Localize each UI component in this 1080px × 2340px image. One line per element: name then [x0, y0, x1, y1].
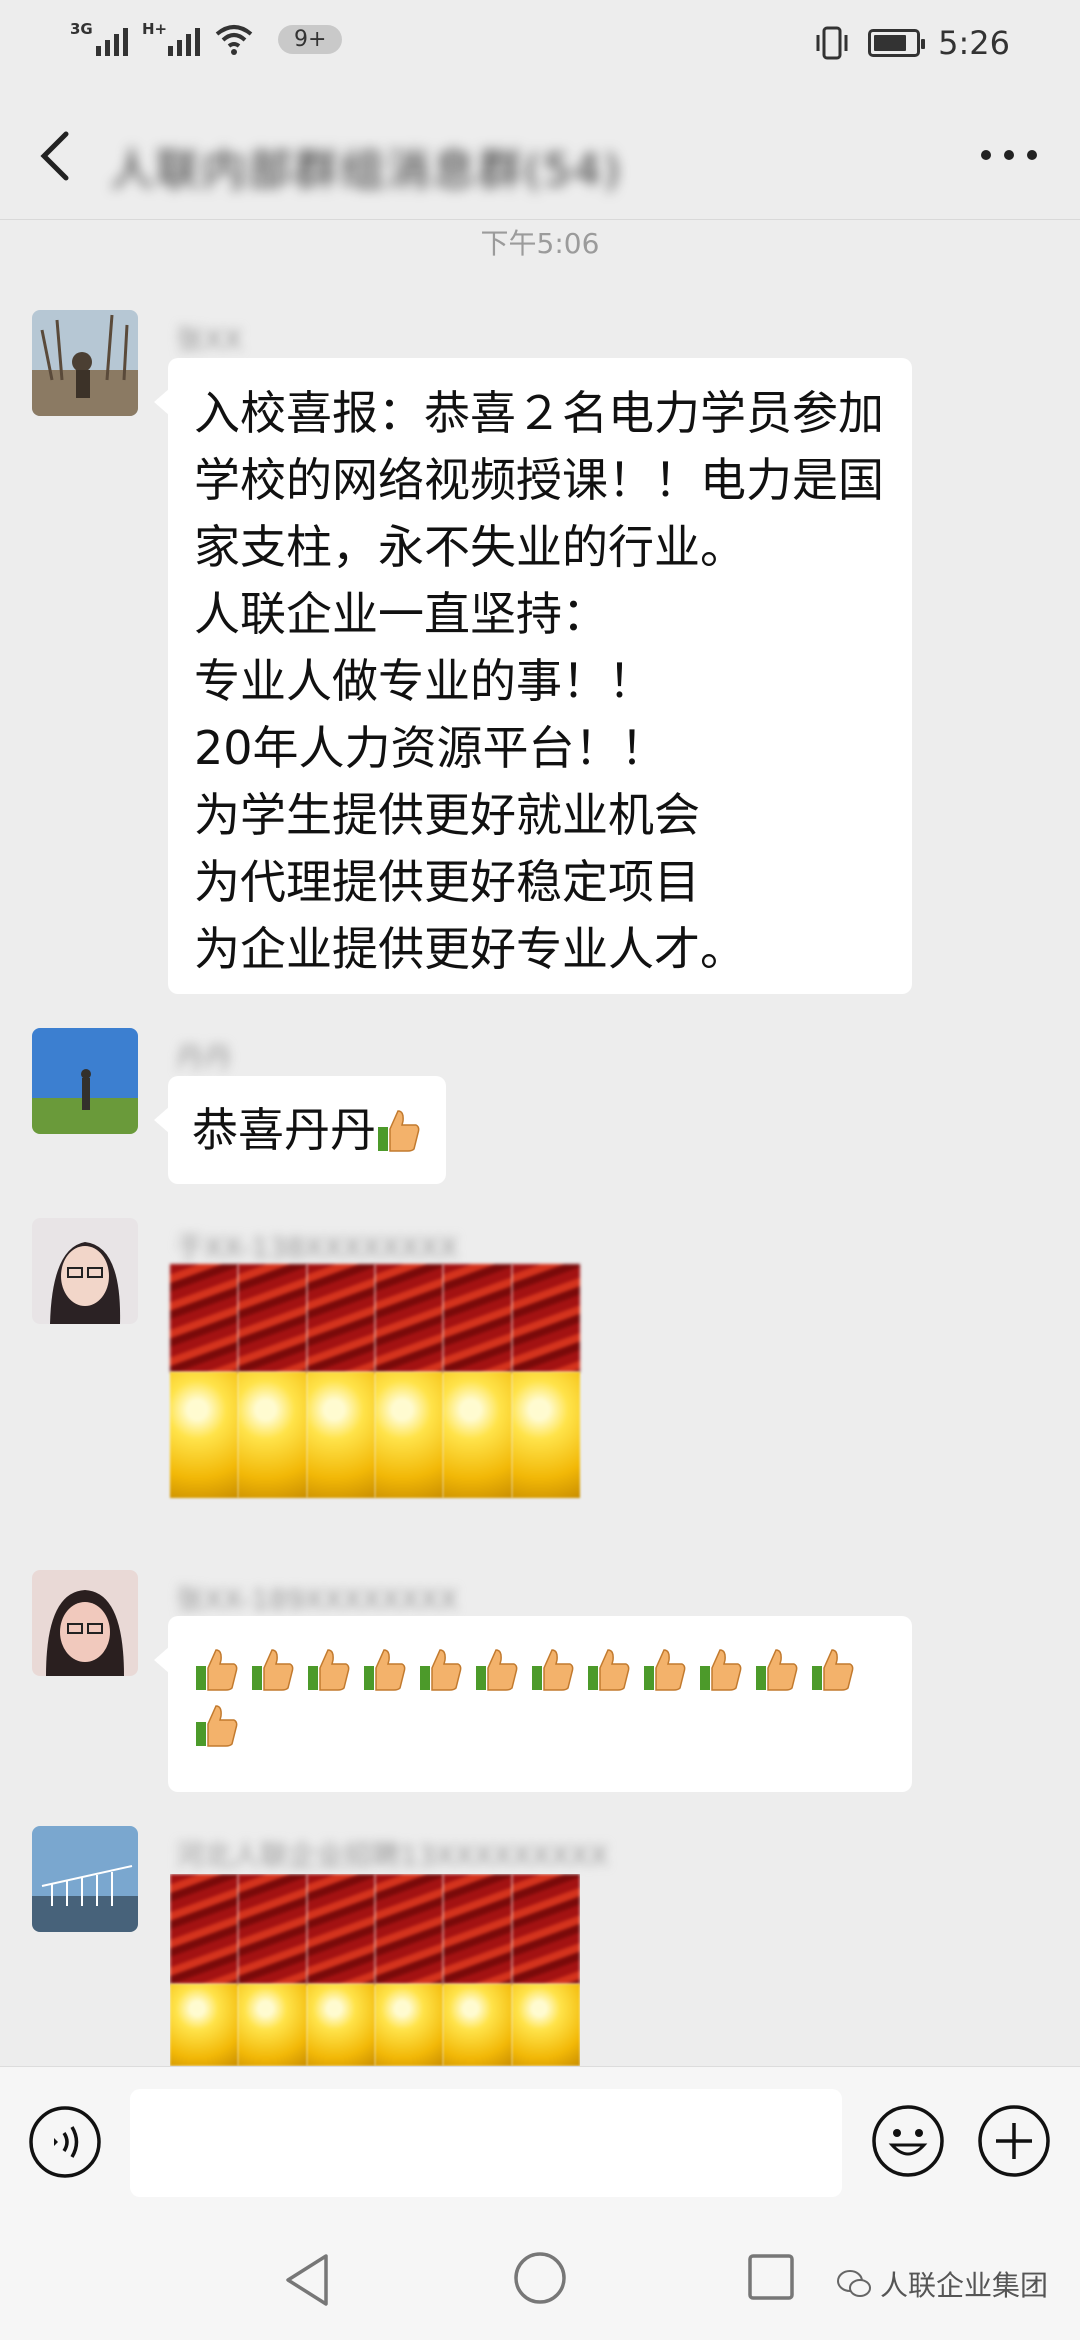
thumbs-up-icon [644, 1649, 686, 1691]
watermark: 人联企业集团 [836, 2264, 1048, 2304]
thumbs-up-icon [378, 1110, 420, 1152]
message-line: 学校的网络视频授课！！电力是国 [194, 453, 884, 507]
signal-icon-2: H+ [142, 20, 200, 56]
message-line: 为学生提供更好就业机会 [194, 788, 700, 842]
status-bar: 3G H+ 9+ 5:26 [0, 0, 1080, 92]
notification-badge: 9+ [278, 24, 343, 54]
clock: 5:26 [938, 24, 1010, 62]
sender-name: 丹丹 [176, 1041, 233, 1074]
sender-name: 张XX-189XXXXXXXX [176, 1583, 458, 1616]
thumbs-up-icon [420, 1649, 462, 1691]
wifi-icon [215, 25, 253, 55]
plus-icon[interactable] [976, 2103, 1052, 2179]
avatar[interactable] [32, 1218, 138, 1324]
thumbs-up-icon [700, 1649, 742, 1691]
message-line: 入校喜报：恭喜２名电力学员参加 [194, 386, 884, 440]
sender-name: 张XX [176, 323, 243, 356]
voice-icon[interactable] [28, 2105, 102, 2179]
message-line: 家支柱，永不失业的行业。 [194, 520, 746, 574]
vibrate-icon [816, 26, 848, 60]
system-nav-bar: 人联企业集团 [0, 2220, 1080, 2340]
message-bubble[interactable]: 恭喜丹丹 [154, 1076, 446, 1184]
thumbs-up-icon [364, 1649, 406, 1691]
avatar[interactable] [32, 310, 138, 416]
avatar[interactable] [32, 1028, 138, 1134]
sender-name: 于XX-138XXXXXXXX [176, 1231, 458, 1264]
thumbs-up-icon [196, 1649, 238, 1691]
message-timestamp: 下午5:06 [480, 227, 600, 260]
emoji-icon[interactable] [870, 2103, 946, 2179]
firecracker-sticker[interactable] [170, 1874, 580, 2066]
more-dots-icon[interactable] [978, 140, 1040, 170]
message-input[interactable] [130, 2089, 842, 2197]
message-line: 为代理提供更好稳定项目 [194, 855, 700, 909]
thumbs-up-icon [812, 1649, 854, 1691]
message-line: 专业人做专业的事！！ [194, 654, 654, 708]
message-line: 为企业提供更好专业人才。 [194, 922, 746, 976]
thumbs-up-icon [252, 1649, 294, 1691]
chat-header: 人联内部群组消息群(54) [0, 92, 1080, 220]
wechat-logo-icon [837, 2270, 871, 2297]
thumbs-up-icon [476, 1649, 518, 1691]
battery-icon [868, 29, 926, 57]
nav-recent-apps-icon[interactable] [746, 2252, 796, 2302]
network-type-1: 3G [70, 20, 93, 38]
nav-back-icon[interactable] [280, 2250, 336, 2310]
chat-title: 人联内部群组消息群(54) [110, 145, 623, 196]
thumbs-up-icon [532, 1649, 574, 1691]
avatar[interactable] [32, 1570, 138, 1676]
watermark-text: 人联企业集团 [880, 2269, 1049, 2302]
firecracker-sticker[interactable] [170, 1264, 580, 1498]
message-line: 人联企业一直坚持： [194, 587, 608, 641]
sender-name: 河北人联企业招聘13XXXXXXXXX [176, 1839, 609, 1872]
thumbs-up-icon [196, 1705, 238, 1747]
thumbs-up-icon [756, 1649, 798, 1691]
avatar[interactable] [32, 1826, 138, 1932]
network-type-2: H+ [142, 20, 168, 38]
thumbs-up-row [194, 1646, 886, 1748]
message-text: 恭喜丹丹 [192, 1102, 376, 1157]
nav-home-icon[interactable] [512, 2250, 568, 2306]
message-bubble[interactable]: 入校喜报：恭喜２名电力学员参加 学校的网络视频授课！！电力是国 家支柱，永不失业… [154, 358, 912, 994]
chevron-left-icon[interactable] [32, 128, 82, 184]
thumbs-up-icon [308, 1649, 350, 1691]
thumbs-up-icon [588, 1649, 630, 1691]
message-line: 20年人力资源平台！！ [194, 721, 667, 775]
input-bar [0, 2066, 1080, 2220]
message-bubble[interactable] [154, 1616, 912, 1792]
signal-icon: 3G [70, 20, 128, 56]
